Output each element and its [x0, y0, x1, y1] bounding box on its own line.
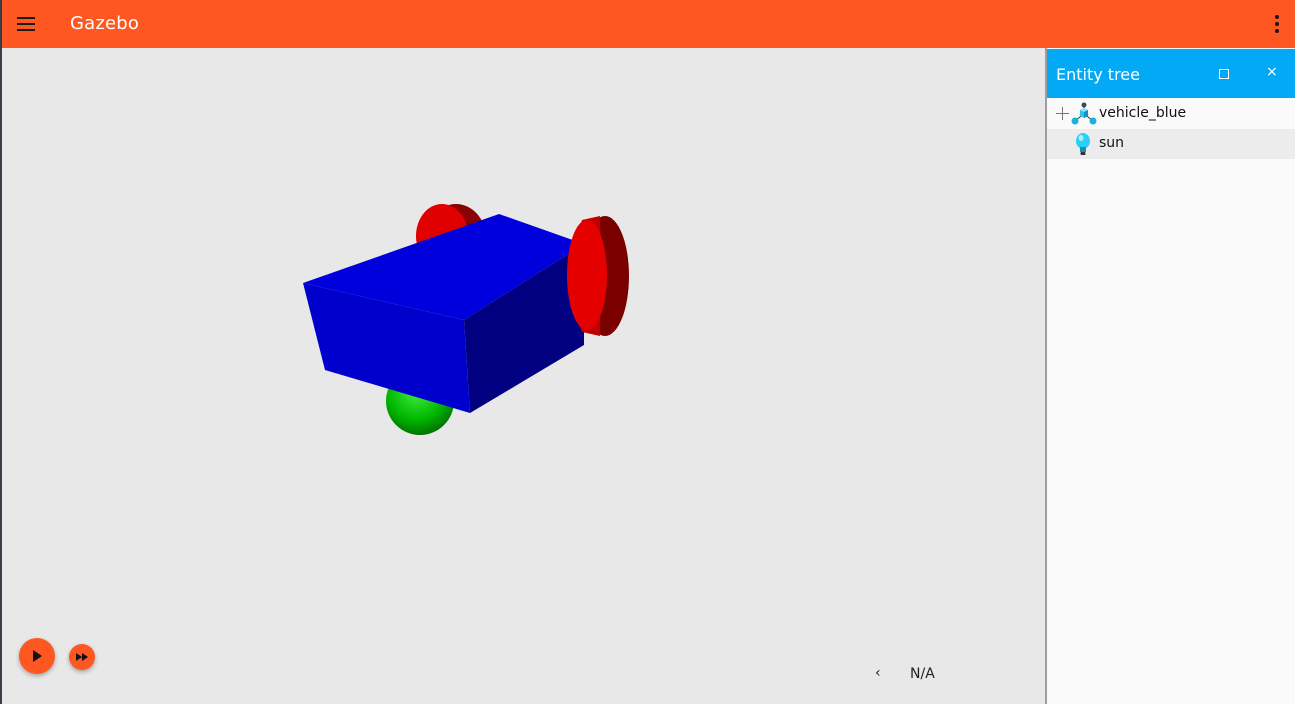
hamburger-menu-icon[interactable] — [16, 14, 36, 34]
square-icon[interactable] — [1219, 69, 1229, 79]
world-stats-value: N/A — [910, 666, 935, 682]
tree-item-label: vehicle_blue — [1099, 105, 1187, 121]
top-app-bar: Gazebo — [2, 0, 1295, 48]
panel-header: Entity tree × — [1047, 49, 1295, 98]
chevron-left-icon[interactable]: ‹ — [875, 665, 889, 681]
front-wheel — [567, 216, 629, 336]
fast-forward-icon-part — [82, 653, 88, 661]
panel-title: Entity tree — [1056, 65, 1140, 84]
tree-item-label: sun — [1099, 135, 1125, 151]
vertical-dots-icon[interactable] — [1273, 14, 1281, 34]
play-button[interactable] — [19, 638, 55, 674]
entity-tree-list: vehicle_blue sun — [1047, 99, 1295, 159]
tree-item-vehicle-blue[interactable]: vehicle_blue — [1047, 99, 1295, 129]
model-icon — [1071, 102, 1097, 125]
light-bulb-icon — [1076, 133, 1090, 155]
gazebo-app: Gazebo ‹ N/A Entity tree × vehicle_blue … — [0, 0, 1295, 704]
step-button[interactable] — [69, 644, 95, 670]
expand-plus-icon[interactable] — [1056, 107, 1069, 120]
app-title: Gazebo — [70, 13, 140, 34]
chassis-box — [303, 214, 584, 413]
vehicle-blue-render — [303, 204, 629, 435]
entity-tree-panel: Entity tree × vehicle_blue sun — [1045, 48, 1295, 704]
play-icon — [33, 650, 42, 662]
close-icon[interactable]: × — [1266, 64, 1278, 80]
3d-scene-viewport[interactable]: ‹ N/A — [2, 48, 1045, 704]
tree-item-sun[interactable]: sun — [1047, 129, 1295, 159]
